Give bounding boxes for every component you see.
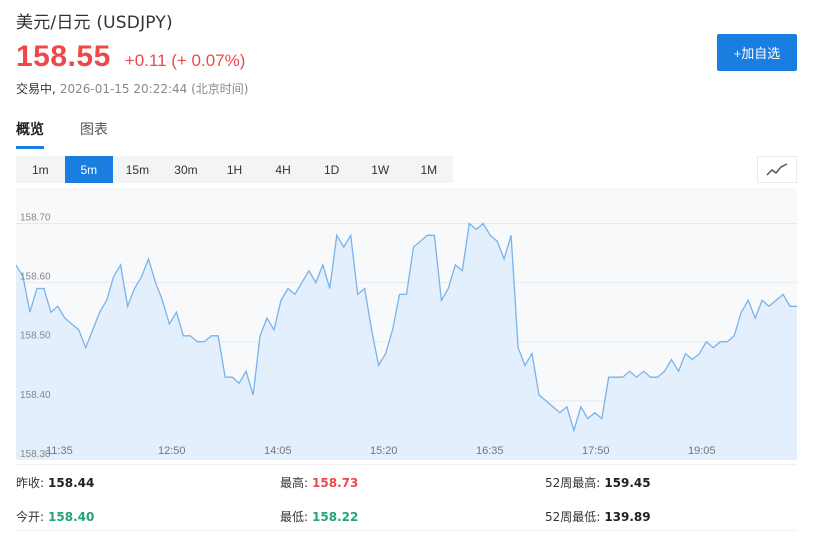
x-tick-label: 12:50 (158, 445, 186, 457)
stat-item: 最高: 158.73 (280, 474, 358, 491)
y-tick-label: 158.50 (20, 331, 51, 342)
price-change: +0.11 (+ 0.07%) (124, 51, 246, 70)
interval-1d[interactable]: 1D (307, 156, 356, 183)
page-title: 美元/日元 (USDJPY) (16, 13, 173, 33)
stat-value: 158.73 (312, 476, 359, 490)
stat-value: 139.89 (604, 510, 651, 524)
y-tick-label: 158.60 (20, 272, 51, 283)
stat-value: 158.44 (48, 476, 95, 490)
tab-chart[interactable]: 图表 (80, 119, 108, 149)
x-tick-label: 17:50 (582, 445, 610, 457)
price-row: 158.55 +0.11 (+ 0.07%) (16, 40, 245, 74)
interval-1w[interactable]: 1W (356, 156, 405, 183)
tab-overview[interactable]: 概览 (16, 119, 44, 149)
trading-status: 交易中, 2026-01-15 20:22:44 (北京时间) (16, 80, 248, 97)
interval-15m[interactable]: 15m (113, 156, 162, 183)
status-label: 交易中, (16, 82, 56, 96)
interval-1mo[interactable]: 1M (405, 156, 454, 183)
stat-item: 昨收: 158.44 (16, 474, 94, 491)
stat-item: 最低: 158.22 (280, 508, 358, 525)
interval-1h[interactable]: 1H (210, 156, 259, 183)
stat-value: 159.45 (604, 476, 651, 490)
add-watchlist-button[interactable]: +加自选 (717, 34, 797, 71)
stat-value: 158.22 (312, 510, 359, 524)
y-tick-label: 158.40 (20, 390, 51, 401)
stat-item: 52周最低: 139.89 (545, 508, 651, 525)
tab-bar: 概览 图表 (16, 119, 144, 149)
stats-divider-top (16, 464, 797, 465)
stat-value: 158.40 (48, 510, 95, 524)
x-tick-label: 11:35 (46, 445, 73, 457)
x-tick-label: 19:05 (688, 445, 716, 457)
stat-label: 今开: (16, 510, 45, 524)
stat-label: 昨收: (16, 476, 45, 490)
interval-30m[interactable]: 30m (162, 156, 211, 183)
stat-label: 最低: (280, 510, 309, 524)
line-chart-icon (766, 162, 788, 176)
interval-1m[interactable]: 1m (16, 156, 65, 183)
interval-4h[interactable]: 4H (259, 156, 308, 183)
chart-type-button[interactable] (757, 156, 797, 183)
x-tick-label: 14:05 (264, 445, 292, 457)
stats-divider-bottom (16, 530, 797, 531)
stat-label: 52周最高: (545, 476, 601, 490)
x-tick-label: 16:35 (476, 445, 504, 457)
stat-item: 今开: 158.40 (16, 508, 94, 525)
interval-selector: 1m 5m 15m 30m 1H 4H 1D 1W 1M (16, 156, 453, 183)
stat-item: 52周最高: 159.45 (545, 474, 651, 491)
last-price: 158.55 (16, 40, 111, 73)
interval-5m[interactable]: 5m (64, 156, 114, 183)
x-tick-label: 15:20 (370, 445, 398, 457)
stat-label: 52周最低: (545, 510, 601, 524)
price-chart[interactable]: 158.70158.60158.50158.40158.30 11:35 12:5… (16, 188, 797, 460)
timestamp: 2026-01-15 20:22:44 (北京时间) (59, 82, 249, 96)
stat-label: 最高: (280, 476, 309, 490)
y-tick-label: 158.70 (20, 212, 51, 223)
